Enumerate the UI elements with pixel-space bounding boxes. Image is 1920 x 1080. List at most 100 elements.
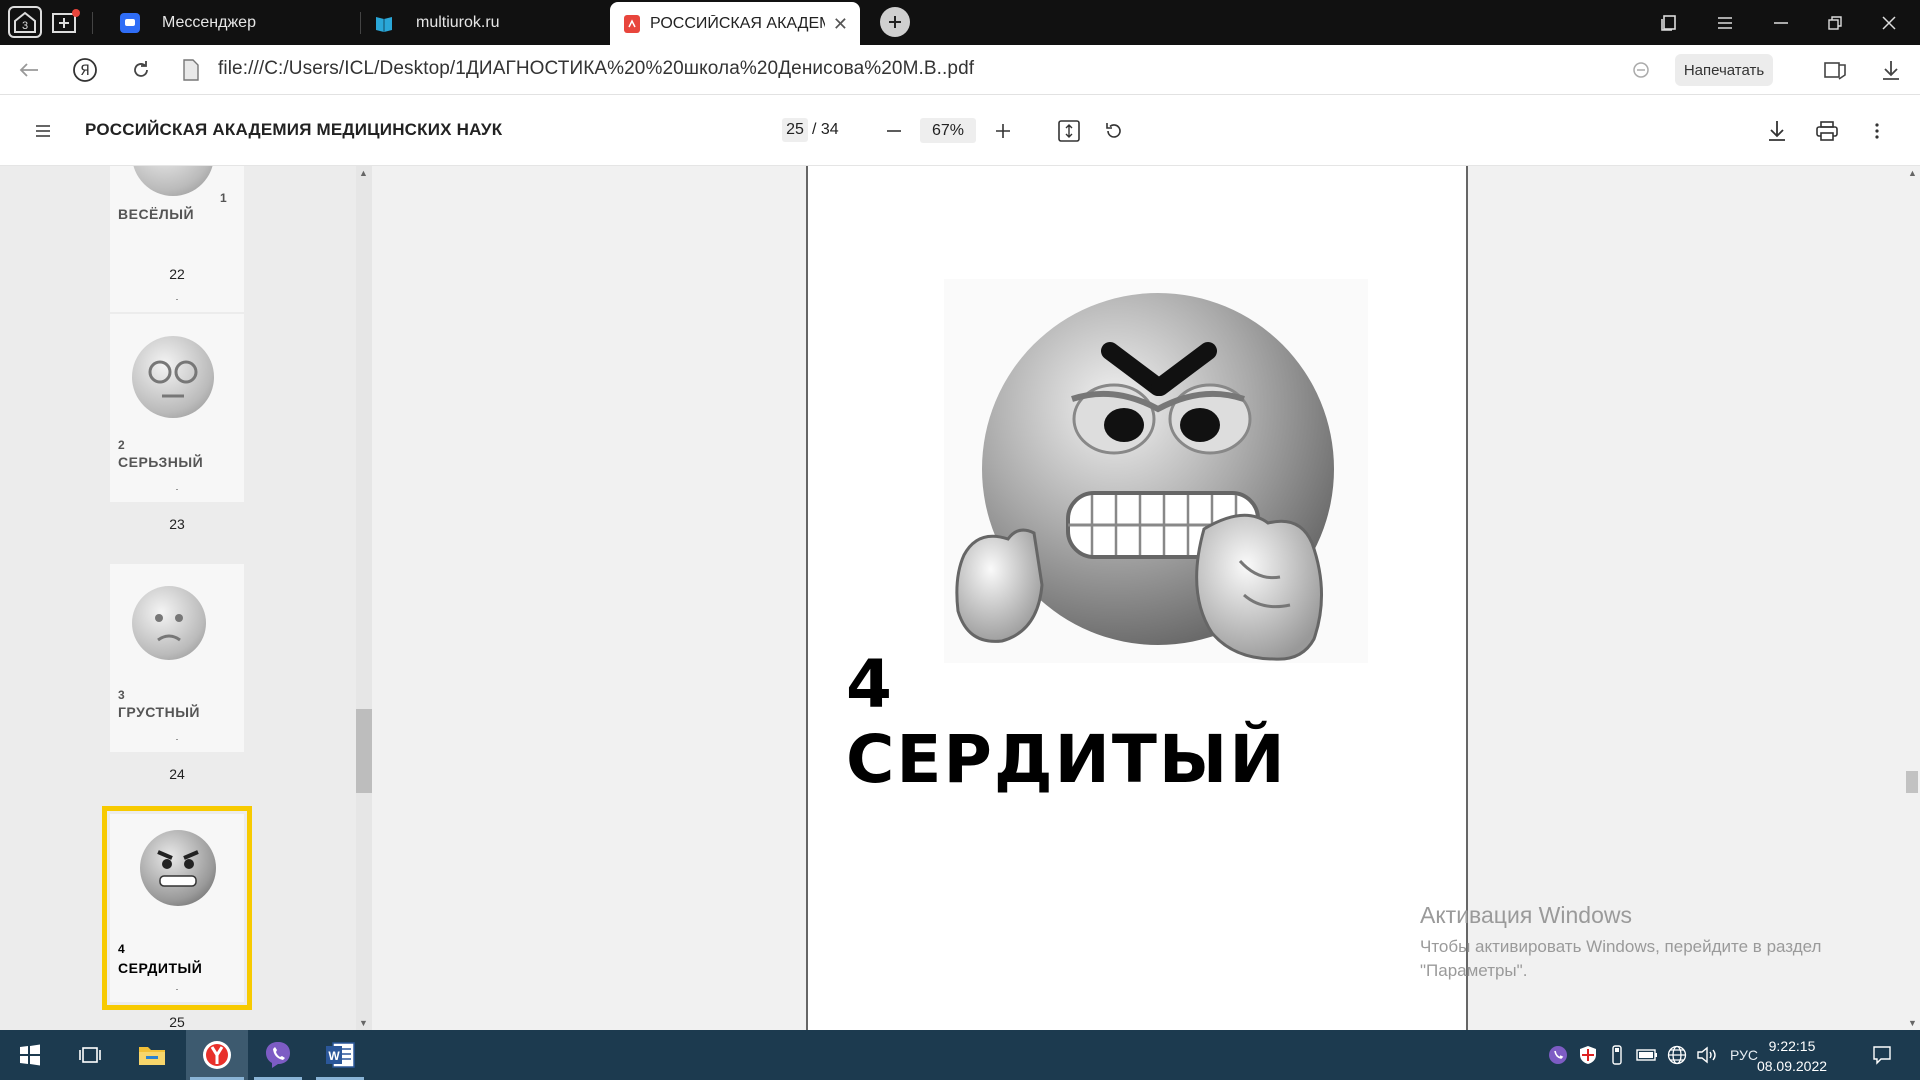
download-pdf-button[interactable] [1762,116,1792,146]
fit-page-button[interactable] [1054,116,1084,146]
more-options-button[interactable] [1862,116,1892,146]
pdf-page: 4 СЕРДИТЫЙ [806,166,1468,1030]
task-view-icon [79,1047,101,1063]
scrollbar-thumb[interactable] [1906,771,1918,793]
restore-button[interactable] [1812,0,1858,45]
tab-counter-button[interactable]: 3 [8,6,42,38]
thumbnail-page-24[interactable]: 3 ГРУСТНЫЙ [110,564,244,752]
print-button[interactable]: Напечатать [1675,54,1773,86]
viewer-scrollbar[interactable]: ▲ ▼ [1904,166,1920,1030]
scroll-up-icon[interactable]: ▲ [359,168,368,178]
activation-line-2: "Параметры". [1420,961,1528,980]
plus-icon [889,16,901,28]
collections-icon [1661,14,1676,31]
tab-messenger[interactable]: Мессенджер [120,0,360,45]
thumbnail-page-23[interactable]: 2 СЕРЬЗНЫЙ [110,314,244,502]
zoom-level-input[interactable]: 67% [920,118,976,143]
print-pdf-button[interactable] [1812,116,1842,146]
clock[interactable]: 9:22:15 08.09.2022 [1752,1036,1832,1076]
start-button[interactable] [2,1030,58,1080]
pdf-toolbar: РОССИЙСКАЯ АКАДЕМИЯ МЕДИЦИНСКИХ НАУК 25 … [0,96,1920,166]
scrollbar-thumb[interactable] [356,709,372,793]
page-total: / 34 [812,121,839,138]
rotate-button[interactable] [1099,116,1129,146]
downloads-button[interactable] [1876,55,1906,85]
protect-button[interactable] [1820,55,1850,85]
activation-title: Активация Windows [1420,902,1632,928]
file-icon [183,59,199,81]
tab-add-icon [52,9,80,33]
new-tab-group-button[interactable] [50,6,82,38]
hamburger-icon [1718,16,1732,29]
task-view-button[interactable] [62,1030,118,1080]
sidebar-toggle-button[interactable] [28,116,58,146]
activation-line-1: Чтобы активировать Windows, перейдите в … [1420,937,1822,956]
collections-button[interactable] [1646,0,1692,45]
tab-multiurok[interactable]: multiurok.ru [374,0,604,45]
viber-tray-icon[interactable] [1546,1030,1570,1080]
action-center-button[interactable] [1862,1030,1902,1080]
thumbnail-label: ВЕСЁЛЫЙ [118,206,195,222]
emoji-sad-thumb [132,586,206,660]
url-field[interactable]: file:///C:/Users/ICL/Desktop/1ДИАГНОСТИК… [218,58,974,80]
thumbnail-page-22[interactable]: 1 ВЕСЁЛЫЙ [110,166,244,312]
download-icon [1883,61,1899,80]
yandex-browser-taskbar[interactable] [186,1030,248,1080]
svg-text:Я: Я [80,63,90,79]
file-icon-button[interactable] [176,55,206,85]
back-button[interactable] [14,55,44,85]
minus-icon [887,130,901,132]
shield-card-icon [1824,62,1846,80]
network-tray-icon[interactable] [1664,1030,1690,1080]
thumbnail-selection-frame [102,806,252,1010]
sidebar-scrollbar[interactable]: ▲ ▼ [356,166,372,1030]
volume-tray-icon[interactable] [1694,1030,1720,1080]
pdf-icon [624,14,640,33]
minimize-icon [1774,21,1788,24]
thumbnail-number: 2 [118,438,125,452]
emoji-serious-thumb [132,336,214,418]
zoom-out-button[interactable] [879,116,909,146]
menu-button[interactable] [1702,0,1748,45]
scroll-down-icon[interactable]: ▼ [359,1018,368,1028]
thumbnail-page-number: 25 [169,1014,185,1030]
emoji-happy-thumb [132,166,214,196]
yandex-button[interactable]: Я [70,55,100,85]
battery-tray-icon[interactable] [1634,1030,1660,1080]
usb-tray-icon[interactable] [1606,1030,1628,1080]
book-icon [374,13,394,33]
pdf-viewer: 4 СЕРДИТЫЙ [372,166,1920,1030]
close-window-button[interactable] [1866,0,1912,45]
comment-icon [1633,62,1649,78]
file-explorer-button[interactable] [124,1030,180,1080]
fit-page-icon [1058,120,1080,142]
new-tab-button[interactable] [880,7,910,37]
notification-icon [1873,1046,1891,1065]
rotate-icon [1106,123,1121,138]
thumbnail-label: СЕРЬЗНЫЙ [118,454,204,470]
close-tab-icon[interactable]: ✕ [833,14,848,35]
yandex-icon: Я [73,58,97,82]
folder-icon [139,1047,165,1065]
thumbnail-number: 3 [118,688,125,702]
zoom-in-button[interactable] [988,116,1018,146]
minimize-button[interactable] [1758,0,1804,45]
tab-pdf-active[interactable]: РОССИЙСКАЯ АКАДЕМ ✕ [610,2,860,45]
word-taskbar[interactable]: W [312,1030,368,1080]
viber-taskbar[interactable] [250,1030,306,1080]
scroll-up-icon[interactable]: ▲ [1908,168,1917,178]
svg-text:3: 3 [22,20,28,32]
document-title: РОССИЙСКАЯ АКАДЕМИЯ МЕДИЦИНСКИХ НАУК [85,120,503,139]
reload-button[interactable] [126,55,156,85]
comment-button[interactable] [1626,55,1656,85]
close-icon [1882,15,1896,30]
page-number-input[interactable]: 25 [782,118,808,142]
address-bar: Я file:///C:/Users/ICL/Desktop/1ДИАГНОСТ… [0,45,1920,95]
windows-activation-watermark: Активация Windows Чтобы активировать Win… [1420,902,1821,983]
arrow-left-icon [19,63,38,77]
defender-tray-icon[interactable] [1576,1030,1600,1080]
emotion-number: 4 [846,646,892,723]
tab-label: РОССИЙСКАЯ АКАДЕМ [650,14,825,32]
angry-emoji-image [944,279,1368,663]
scroll-down-icon[interactable]: ▼ [1908,1018,1917,1028]
